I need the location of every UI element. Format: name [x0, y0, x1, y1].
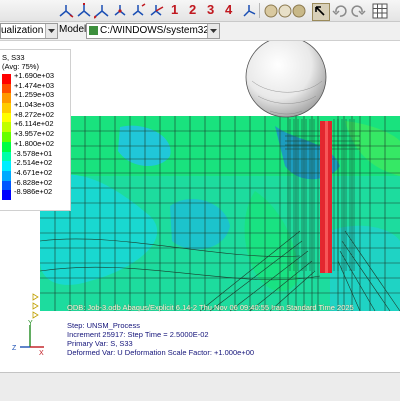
- boundary-condition-markers: [32, 293, 39, 319]
- contour-legend[interactable]: S, S33 (Avg: 75%) +1.690e+03 +1.474e+03 +1…: [0, 49, 71, 211]
- view-xz-icon[interactable]: [148, 3, 164, 19]
- render-sphere-icon[interactable]: [264, 3, 310, 19]
- query-icon[interactable]: [312, 3, 330, 21]
- model-file-icon: [89, 25, 98, 35]
- legend-swatch: [2, 161, 11, 172]
- view-1-button[interactable]: 1: [171, 2, 178, 17]
- legend-value: +1.259e+03: [14, 90, 55, 100]
- model-select[interactable]: C:/WINDOWS/system32/Job-3.odb: [86, 23, 220, 39]
- contour-region-right: [330, 225, 400, 311]
- legend-title: S, S33: [2, 53, 25, 62]
- step-text: Step: UNSM_Process: [67, 321, 140, 330]
- high-stress-core: [325, 121, 328, 273]
- model-label: Model:: [59, 24, 90, 35]
- chevron-down-icon[interactable]: [45, 24, 57, 38]
- legend-value: +6.114e+02: [14, 119, 54, 129]
- model-viewport[interactable]: S, S33 (Avg: 75%) +1.690e+03 +1.474e+03 +1…: [0, 41, 400, 372]
- legend-value: -2.514e+02: [14, 158, 53, 168]
- message-area: [0, 372, 400, 401]
- legend-swatch: [2, 93, 11, 104]
- indenter-sphere[interactable]: [245, 41, 327, 118]
- increment-text: Increment 25917: Step Time = 2.5000E-02: [67, 330, 209, 339]
- redo-icon[interactable]: [350, 3, 366, 19]
- primary-var-text: Primary Var: S, S33: [67, 339, 133, 348]
- view-yx-icon[interactable]: [241, 3, 257, 19]
- legend-swatch: [2, 170, 11, 182]
- legend-swatch: [2, 103, 11, 114]
- context-bar: ualization Model: C:/WINDOWS/system32/Jo…: [0, 22, 400, 41]
- legend-value: +1.474e+03: [14, 80, 55, 90]
- toolbar-separator: [259, 3, 260, 18]
- legend-value: +1.800e+02: [14, 138, 55, 148]
- deformed-var-text: Deformed Var: U Deformation Scale Factor…: [67, 348, 255, 357]
- module-select[interactable]: ualization: [0, 23, 58, 39]
- undo-icon[interactable]: [332, 3, 348, 19]
- legend-swatch: [2, 141, 11, 153]
- legend-swatch: [2, 122, 11, 133]
- triad-y-label: Y: [28, 320, 33, 327]
- legend-swatch: [2, 83, 11, 94]
- legend-value: -3.578e+01: [14, 148, 53, 158]
- legend-color-bar: [2, 74, 11, 201]
- legend-swatch: [2, 180, 11, 191]
- module-select-value: ualization: [1, 25, 44, 36]
- legend-swatch: [2, 190, 11, 201]
- legend-average: (Avg: 75%): [2, 62, 39, 71]
- legend-value: +8.272e+02: [14, 109, 55, 119]
- legend-value: -4.671e+02: [14, 167, 53, 177]
- odb-banner: ODB: Job-3.odb Abaqus/Explicit 6.14-2 Th…: [67, 303, 354, 312]
- view-toolbar: 1 2 3 4: [0, 0, 400, 22]
- view-3-button[interactable]: 3: [207, 2, 214, 17]
- legend-swatch: [2, 74, 11, 85]
- axis-y-icon[interactable]: [76, 3, 92, 19]
- view-yz-icon[interactable]: [130, 3, 146, 19]
- grid-icon[interactable]: [372, 3, 388, 19]
- legend-value: -8.986e+02: [14, 187, 53, 197]
- legend-value: +1.690e+03: [14, 71, 55, 80]
- axis-x-icon[interactable]: [58, 3, 74, 19]
- triad-z-label: Z: [12, 345, 17, 352]
- legend-value: +1.043e+03: [14, 100, 55, 110]
- legend-swatch: [2, 151, 11, 162]
- legend-swatch: [2, 112, 11, 123]
- legend-value: -6.828e+02: [14, 177, 53, 187]
- triad-x-label: X: [39, 350, 44, 357]
- chevron-down-icon[interactable]: [207, 24, 219, 38]
- iso-view-icon[interactable]: [112, 3, 128, 19]
- triad-icon: Y Z X: [12, 320, 44, 357]
- axis-z-icon[interactable]: [93, 3, 110, 19]
- legend-value: +3.957e+02: [14, 129, 55, 139]
- view-4-button[interactable]: 4: [225, 2, 232, 17]
- model-select-value: C:/WINDOWS/system32/Job-3.odb: [100, 25, 219, 36]
- view-2-button[interactable]: 2: [189, 2, 196, 17]
- legend-swatch: [2, 132, 11, 143]
